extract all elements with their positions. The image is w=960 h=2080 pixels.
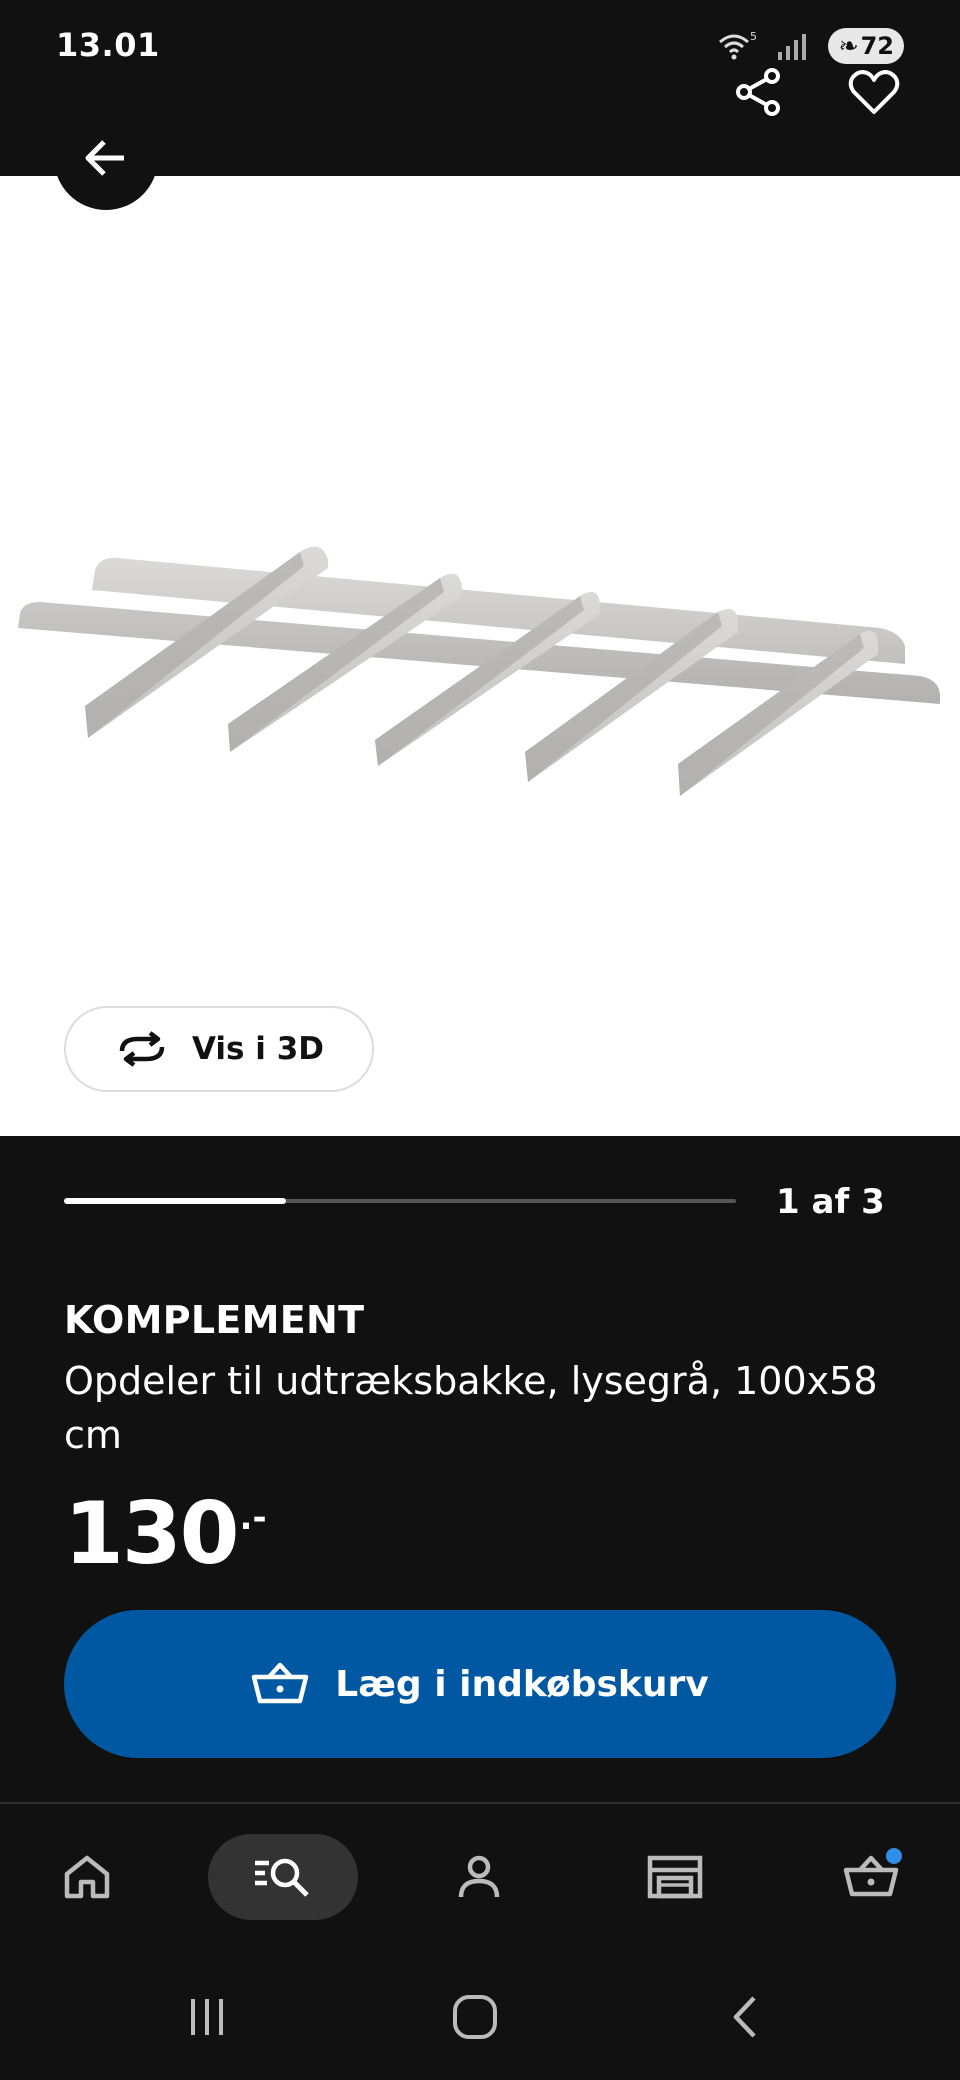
view-3d-button[interactable]: Vis i 3D bbox=[64, 1006, 374, 1092]
favorite-button[interactable] bbox=[842, 62, 906, 122]
arrow-left-icon bbox=[85, 140, 124, 176]
view-3d-label: Vis i 3D bbox=[191, 1031, 325, 1067]
system-navigation bbox=[0, 1954, 960, 2080]
basket-icon bbox=[252, 1662, 309, 1704]
rotate-3d-icon bbox=[119, 1031, 165, 1067]
price-value: 130 bbox=[64, 1484, 240, 1584]
product-name: KOMPLEMENT bbox=[64, 1298, 365, 1342]
system-home-button[interactable] bbox=[430, 1984, 520, 2050]
leaf-icon: ❧ bbox=[838, 32, 859, 60]
nav-search[interactable] bbox=[208, 1834, 358, 1920]
recent-apps-button[interactable] bbox=[162, 1984, 252, 2050]
status-time: 13.01 bbox=[56, 26, 160, 64]
back-button[interactable] bbox=[54, 106, 158, 210]
battery-level: 72 bbox=[860, 32, 894, 60]
nav-home[interactable] bbox=[44, 1834, 130, 1920]
product-image bbox=[18, 546, 940, 796]
wifi-icon: 5 bbox=[719, 30, 757, 60]
bottom-navigation bbox=[0, 1804, 960, 1954]
status-icons: 5 ❧ 72 bbox=[716, 28, 904, 64]
nav-stores[interactable] bbox=[632, 1834, 718, 1920]
gallery-page-indicator: 1 af 3 bbox=[776, 1182, 885, 1222]
heart-icon bbox=[848, 70, 900, 114]
search-icon bbox=[255, 1858, 309, 1897]
battery-indicator: ❧ 72 bbox=[828, 28, 904, 64]
status-bar: 13.01 5 ❧ 72 bbox=[0, 0, 960, 96]
store-icon bbox=[647, 1855, 703, 1899]
product-description: Opdeler til udtræksbakke, lysegrå, 100x5… bbox=[64, 1359, 878, 1457]
price-suffix: .- bbox=[239, 1498, 267, 1538]
home-icon bbox=[64, 1855, 110, 1899]
chevron-left-icon bbox=[733, 1996, 756, 2038]
cart-badge bbox=[886, 1848, 902, 1864]
product-image-area[interactable]: Vis i 3D bbox=[0, 106, 960, 1136]
share-button[interactable] bbox=[728, 62, 788, 122]
profile-icon bbox=[458, 1855, 500, 1898]
signal-icon bbox=[778, 34, 807, 60]
recent-apps-icon bbox=[191, 1999, 223, 2035]
product-price: 130 .- bbox=[64, 1486, 267, 1582]
gallery-progress bbox=[64, 1198, 736, 1204]
gallery-progress-fill bbox=[64, 1198, 286, 1204]
add-to-cart-label: Læg i indkøbskurv bbox=[335, 1663, 709, 1705]
share-icon bbox=[736, 68, 780, 116]
nav-profile[interactable] bbox=[436, 1834, 522, 1920]
add-to-cart-button[interactable]: Læg i indkøbskurv bbox=[64, 1610, 896, 1758]
system-home-icon bbox=[453, 1995, 497, 2039]
system-back-button[interactable] bbox=[700, 1984, 790, 2050]
nav-cart[interactable] bbox=[828, 1834, 914, 1920]
wifi-generation-label: 5 bbox=[750, 30, 757, 43]
